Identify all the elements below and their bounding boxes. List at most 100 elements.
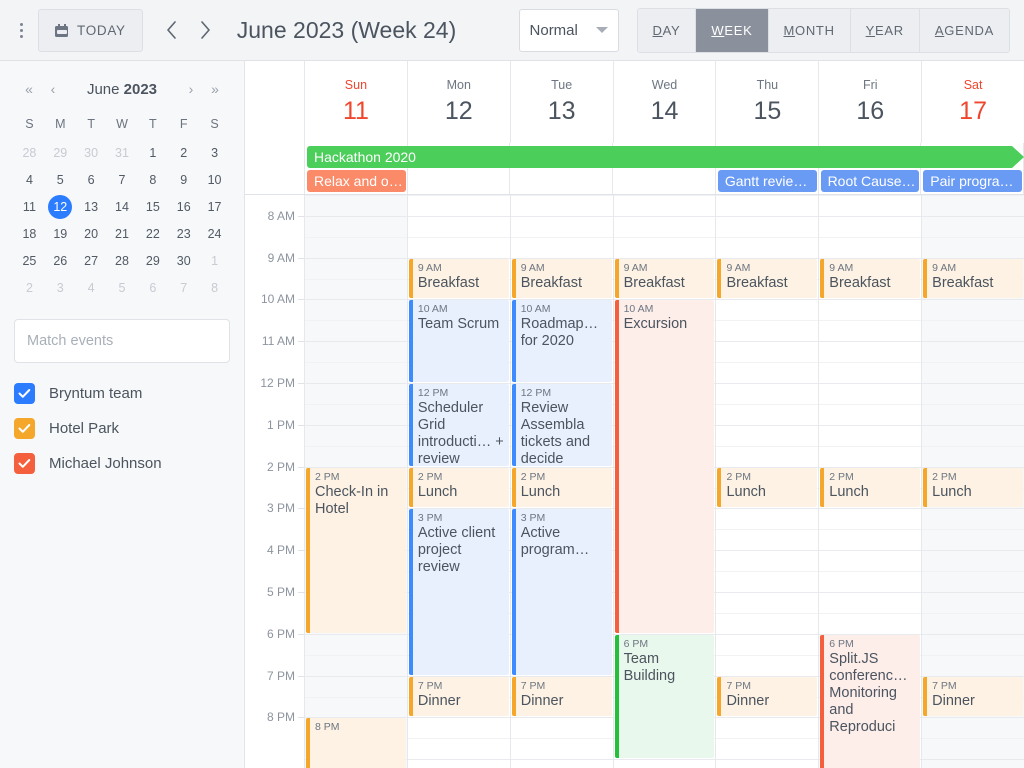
all-day-event[interactable]: Gantt revie… [718,170,817,192]
mini-day-cell[interactable]: 24 [199,221,230,247]
calendar-event[interactable]: 6 PMTeam Building [615,635,715,758]
calendar-event[interactable]: 9 AMBreakfast [615,259,715,299]
mini-day-cell[interactable]: 4 [76,275,107,301]
mini-day-cell[interactable]: 6 [76,167,107,193]
day-column-sun[interactable]: 2 PMCheck-In in Hotel 8 PM [305,195,408,768]
mini-day-cell[interactable]: 7 [107,167,138,193]
mini-day-cell[interactable]: 18 [14,221,45,247]
mini-day-cell[interactable]: 25 [14,248,45,274]
day-header-tue[interactable]: Tue13 [511,61,614,143]
day-column-wed[interactable]: 9 AMBreakfast10 AMExcursion6 PMTeam Buil… [614,195,717,768]
calendar-event[interactable]: 12 PMReview Assembla tickets and decide [512,384,612,466]
mini-day-cell[interactable]: 3 [199,140,230,166]
mini-day-cell[interactable]: 13 [76,194,107,220]
calendar-event[interactable]: 8 PM [306,718,406,768]
mini-day-cell[interactable]: 4 [14,167,45,193]
calendar-event[interactable]: 9 AMBreakfast [409,259,509,299]
mini-day-cell[interactable]: 1 [199,248,230,274]
mini-day-cell[interactable]: 11 [14,194,45,220]
day-column-fri[interactable]: 9 AMBreakfast 2 PMLunch 6 PMSplit.JS confe… [819,195,922,768]
checkbox-checked-icon[interactable] [14,453,35,474]
mini-day-cell[interactable]: 10 [199,167,230,193]
checkbox-checked-icon[interactable] [14,418,35,439]
mini-day-cell[interactable]: 29 [137,248,168,274]
calendar-event[interactable]: 12 PMScheduler Grid introducti… + review [409,384,509,466]
all-day-event[interactable]: Pair progra… [923,170,1022,192]
all-day-event[interactable]: Hackathon 2020 [307,146,1012,168]
checkbox-checked-icon[interactable] [14,383,35,404]
all-day-event[interactable]: Relax and o… [307,170,406,192]
calendar-event[interactable]: 10 AMTeam Scrum [409,300,509,382]
mini-day-cell[interactable]: 17 [199,194,230,220]
day-header-fri[interactable]: Fri16 [819,61,922,143]
mini-day-cell[interactable]: 20 [76,221,107,247]
calendar-event[interactable]: 7 PMDinner [717,677,817,717]
calendar-event[interactable]: 7 PMDinner [512,677,612,717]
mini-day-cell[interactable]: 1 [137,140,168,166]
mini-day-cell[interactable]: 29 [45,140,76,166]
calendar-event[interactable]: 2 PMLunch [717,468,817,508]
calendar-event[interactable]: 7 PMDinner [923,677,1023,717]
calendar-event[interactable]: 10 AMRoadmap… for 2020 [512,300,612,382]
calendar-event[interactable]: 2 PMLunch [409,468,509,508]
calendar-event[interactable]: 2 PMLunch [923,468,1023,508]
mini-day-cell[interactable]: 14 [107,194,138,220]
calendar-event[interactable]: 2 PMLunch [512,468,612,508]
day-column-tue[interactable]: 9 AMBreakfast10 AMRoadmap… for 202012 PM… [511,195,614,768]
mini-day-cell[interactable]: 3 [45,275,76,301]
day-header-sat[interactable]: Sat17 [922,61,1024,143]
calendar-event[interactable]: 6 PMSplit.JS conferenc… Monitoring and R… [820,635,920,768]
view-button-week[interactable]: WEEK [696,9,768,52]
day-column-sat[interactable]: 9 AMBreakfast 2 PMLunch 7 PMDinner [922,195,1024,768]
calendar-event[interactable]: 9 AMBreakfast [717,259,817,299]
day-header-wed[interactable]: Wed14 [614,61,717,143]
view-button-year[interactable]: YEAR [851,9,920,52]
resource-filter-item[interactable]: Michael Johnson [14,453,230,474]
mini-day-cell[interactable]: 26 [45,248,76,274]
today-button[interactable]: TODAY [38,9,143,52]
calendar-event[interactable]: 9 AMBreakfast [820,259,920,299]
calendar-event[interactable]: 2 PMLunch [820,468,920,508]
all-day-event[interactable]: Root Cause… [821,170,920,192]
mini-day-cell[interactable]: 12 [45,194,76,220]
mini-day-cell[interactable]: 8 [137,167,168,193]
kebab-menu-icon[interactable] [10,13,32,47]
mini-day-cell[interactable]: 23 [168,221,199,247]
previous-period-button[interactable] [155,10,189,50]
calendar-event[interactable]: 3 PMActive client project review [409,509,509,674]
zoom-level-select[interactable]: Normal [519,9,619,52]
mini-day-cell[interactable]: 28 [107,248,138,274]
calendar-event[interactable]: 2 PMCheck-In in Hotel [306,468,406,633]
resource-filter-item[interactable]: Bryntum team [14,383,230,404]
next-period-button[interactable] [189,10,223,50]
day-column-mon[interactable]: 9 AMBreakfast10 AMTeam Scrum12 PMSchedul… [408,195,511,768]
mini-day-cell[interactable]: 21 [107,221,138,247]
day-header-thu[interactable]: Thu15 [716,61,819,143]
mini-day-cell[interactable]: 28 [14,140,45,166]
day-header-sun[interactable]: Sun11 [305,61,408,143]
calendar-event[interactable]: 7 PMDinner [409,677,509,717]
mini-day-cell[interactable]: 7 [168,275,199,301]
resource-filter-item[interactable]: Hotel Park [14,418,230,439]
mini-day-cell[interactable]: 2 [168,140,199,166]
calendar-event[interactable]: 9 AMBreakfast [923,259,1023,299]
mini-day-cell[interactable]: 27 [76,248,107,274]
mini-day-cell[interactable]: 30 [168,248,199,274]
calendar-event[interactable]: 3 PMActive program… [512,509,612,674]
view-button-day[interactable]: DAY [638,9,697,52]
view-button-agenda[interactable]: AGENDA [920,9,1009,52]
mini-day-cell[interactable]: 6 [137,275,168,301]
mini-day-cell[interactable]: 5 [107,275,138,301]
mini-day-cell[interactable]: 16 [168,194,199,220]
mini-day-cell[interactable]: 9 [168,167,199,193]
mini-first-button[interactable]: « [18,76,40,102]
calendar-event[interactable]: 10 AMExcursion [615,300,715,632]
match-events-input[interactable] [14,319,230,363]
mini-day-cell[interactable]: 5 [45,167,76,193]
mini-day-cell[interactable]: 15 [137,194,168,220]
mini-day-cell[interactable]: 22 [137,221,168,247]
mini-day-cell[interactable]: 19 [45,221,76,247]
mini-day-cell[interactable]: 2 [14,275,45,301]
view-button-month[interactable]: MONTH [769,9,851,52]
mini-day-cell[interactable]: 30 [76,140,107,166]
